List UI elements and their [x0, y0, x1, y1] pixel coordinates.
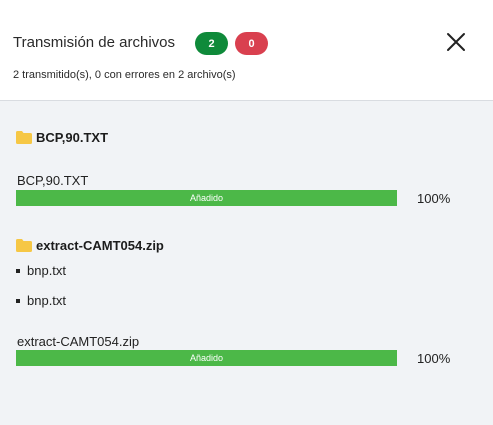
progress-status: Añadido — [189, 353, 224, 363]
close-button[interactable] — [444, 30, 468, 54]
file-name: extract-CAMT054.zip — [17, 334, 140, 349]
bullet-icon — [16, 268, 20, 273]
error-count-badge: 0 — [235, 32, 268, 55]
file-name: BCP,90.TXT — [17, 173, 89, 188]
folder-icon — [16, 238, 32, 252]
progress-status: Añadido — [189, 193, 224, 203]
upload-progress-bar: Añadido — [16, 350, 397, 366]
transmission-summary: 2 transmitido(s), 0 con errores en 2 arc… — [13, 69, 236, 81]
dialog-header: Transmisión de archivos 2 0 2 transmitid… — [0, 0, 493, 101]
folder-icon — [16, 130, 32, 144]
close-icon — [447, 33, 465, 51]
success-count-badge: 2 — [195, 32, 228, 55]
progress-percent: 100% — [417, 191, 451, 206]
bullet-icon — [16, 298, 20, 303]
list-item-label: bnp.txt — [27, 293, 67, 308]
upload-progress-bar: Añadido — [16, 190, 397, 206]
file-transmission-panel: Transmisión de archivos 2 0 2 transmitid… — [0, 0, 493, 425]
dialog-title: Transmisión de archivos — [13, 34, 176, 51]
folder-row: extract-CAMT054.zip — [16, 236, 164, 254]
folder-name: BCP,90.TXT — [36, 129, 109, 145]
folder-name: extract-CAMT054.zip — [36, 237, 164, 253]
list-item: bnp.txt — [16, 293, 66, 308]
list-item-label: bnp.txt — [27, 263, 67, 278]
folder-row: BCP,90.TXT — [16, 128, 108, 146]
progress-percent: 100% — [417, 351, 451, 366]
list-item: bnp.txt — [16, 263, 66, 278]
